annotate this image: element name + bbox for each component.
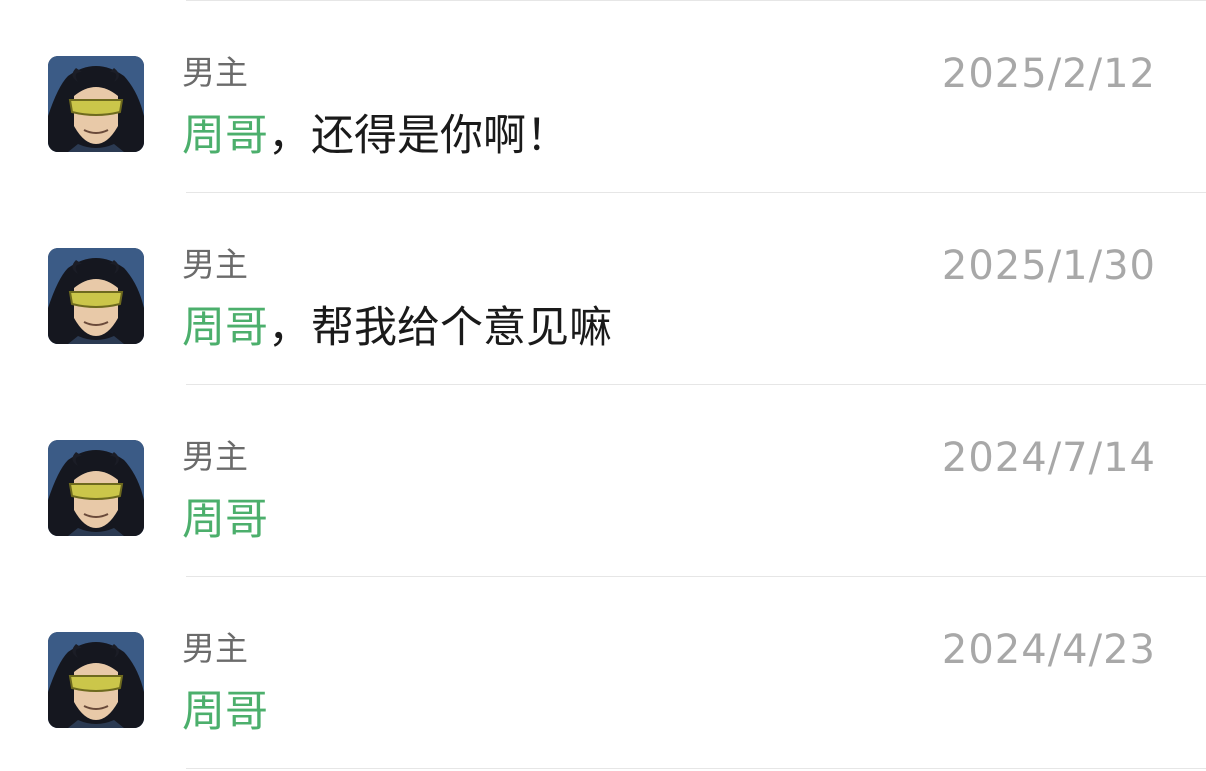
mention-tag[interactable]: 周哥 xyxy=(182,687,268,737)
mention-list: 男主 2025/2/12 周哥，还得是你啊！ 男主 2025/1/30 周哥，帮… xyxy=(0,0,1206,771)
list-item[interactable]: 男主 2025/2/12 周哥，还得是你啊！ xyxy=(0,1,1206,193)
message-body: ，还得是你啊！ xyxy=(268,111,569,161)
list-item[interactable]: 男主 2025/1/30 周哥，帮我给个意见嘛 xyxy=(0,193,1206,385)
avatar-icon[interactable] xyxy=(48,56,144,152)
list-item[interactable]: 男主 2024/4/23 周哥 xyxy=(0,577,1206,769)
message-date: 2024/7/14 xyxy=(941,435,1156,481)
avatar-icon[interactable] xyxy=(48,248,144,344)
divider xyxy=(186,768,1206,769)
message-text: 周哥 xyxy=(182,495,268,545)
message-date: 2025/2/12 xyxy=(941,51,1156,97)
message-text: 周哥，帮我给个意见嘛 xyxy=(182,303,612,353)
sender-name: 男主 xyxy=(182,53,248,92)
message-date: 2024/4/23 xyxy=(941,627,1156,673)
mention-tag[interactable]: 周哥 xyxy=(182,495,268,545)
message-date: 2025/1/30 xyxy=(941,243,1156,289)
message-body: ，帮我给个意见嘛 xyxy=(268,303,612,353)
avatar-icon[interactable] xyxy=(48,440,144,536)
message-text: 周哥，还得是你啊！ xyxy=(182,111,569,161)
message-text: 周哥 xyxy=(182,687,268,737)
avatar-icon[interactable] xyxy=(48,632,144,728)
mention-tag[interactable]: 周哥 xyxy=(182,303,268,353)
mention-tag[interactable]: 周哥 xyxy=(182,111,268,161)
sender-name: 男主 xyxy=(182,245,248,284)
sender-name: 男主 xyxy=(182,629,248,668)
sender-name: 男主 xyxy=(182,437,248,476)
list-item[interactable]: 男主 2024/7/14 周哥 xyxy=(0,385,1206,577)
